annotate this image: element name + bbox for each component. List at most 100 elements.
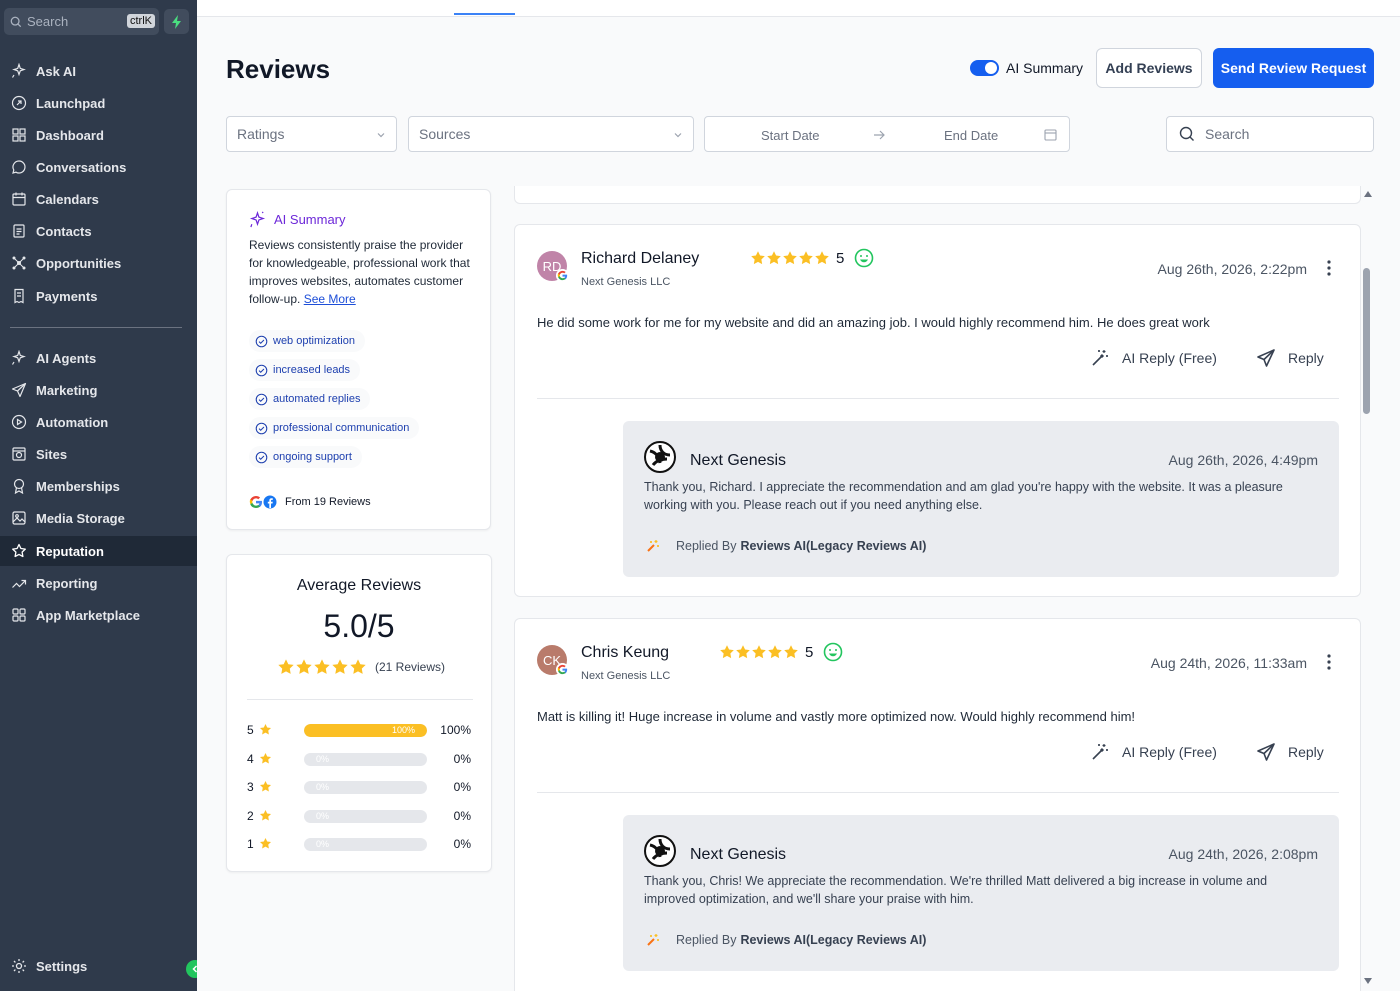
rating-percent: 100% — [440, 723, 471, 737]
check-circle-icon — [255, 393, 268, 406]
business-response: Next Genesis Aug 26th, 2026, 4:49pm Thank … — [623, 421, 1339, 577]
rating-distribution-row: 4 0% 0% — [247, 751, 473, 767]
reply-label: Reply — [1288, 350, 1324, 366]
end-date-input[interactable]: End Date — [944, 128, 998, 143]
sidebar-item-reporting[interactable]: Reporting — [0, 568, 197, 598]
ai-summary-from: From 19 Reviews — [285, 496, 371, 508]
average-divider — [247, 699, 473, 700]
ai-wand-icon — [647, 934, 659, 946]
sidebar-item-label: Conversations — [36, 159, 127, 175]
sidebar-item-opportunities[interactable]: Opportunities — [0, 248, 197, 278]
sidebar-item-app-marketplace[interactable]: App Marketplace — [0, 600, 197, 630]
check-circle-icon — [255, 335, 268, 348]
more-options-icon[interactable] — [1326, 259, 1332, 277]
sidebar-item-dashboard[interactable]: Dashboard — [0, 120, 197, 150]
replied-by-prefix: Replied By — [676, 539, 737, 553]
sidebar-item-label: Opportunities — [36, 255, 122, 271]
star-icon — [783, 644, 799, 660]
scroll-down-arrow[interactable] — [1364, 978, 1372, 984]
response-business-name: Next Genesis — [690, 846, 787, 863]
sidebar-item-automation[interactable]: Automation — [0, 407, 197, 437]
send-icon — [11, 382, 27, 398]
rating-distribution-row: 1 0% 0% — [247, 836, 473, 852]
globe-icon — [12, 447, 26, 461]
ai-summary-title: AI Summary — [274, 212, 346, 227]
average-stars: (21 Reviews) — [277, 658, 445, 676]
quick-action-button[interactable] — [164, 9, 189, 34]
summary-tag-label: web optimization — [273, 335, 355, 347]
network-icon — [12, 256, 26, 270]
sidebar-search-input[interactable]: Search ctrlK — [4, 8, 159, 35]
sources-filter-select[interactable]: Sources — [408, 116, 694, 152]
sidebar-item-ai-agents[interactable]: AI Agents — [0, 343, 197, 373]
sidebar-item-label: Reputation — [36, 543, 104, 559]
sidebar-item-settings[interactable]: Settings — [0, 951, 197, 981]
sidebar-divider — [10, 327, 182, 328]
star-icon — [259, 809, 272, 822]
gauge-icon — [11, 414, 27, 430]
search-icon — [1179, 126, 1194, 141]
sidebar-item-payments[interactable]: Payments — [0, 281, 197, 311]
arrow-right-icon — [874, 130, 885, 140]
scroll-up-arrow[interactable] — [1364, 191, 1372, 197]
sidebar-item-launchpad[interactable]: Launchpad — [0, 88, 197, 118]
rating-percent: 0% — [453, 752, 471, 766]
chat-bubble-icon — [12, 160, 26, 174]
page-title: Reviews — [226, 54, 331, 84]
star-icon — [259, 752, 272, 765]
sidebar-item-label: Media Storage — [36, 510, 125, 526]
sidebar-item-media-storage[interactable]: Media Storage — [0, 503, 197, 533]
ai-reply-button[interactable]: AI Reply (Free) — [1090, 742, 1217, 762]
sidebar-item-ask-ai[interactable]: Ask AI — [0, 56, 197, 86]
review-card: CK Chris Keung Next Genesis LLC 5 Aug 24th, … — [514, 618, 1361, 991]
star-icon — [766, 250, 782, 266]
start-date-input[interactable]: Start Date — [761, 128, 820, 143]
ai-summary-toggle[interactable] — [970, 60, 999, 76]
ratings-filter-select[interactable]: Ratings — [226, 116, 397, 152]
scrollbar-thumb[interactable] — [1363, 268, 1370, 414]
review-divider — [537, 398, 1339, 399]
sidebar-item-sites[interactable]: Sites — [0, 439, 197, 469]
star-icon — [313, 658, 331, 676]
add-reviews-button[interactable]: Add Reviews — [1096, 48, 1202, 88]
date-range-picker[interactable]: Start Date End Date — [704, 116, 1070, 152]
ai-wand-icon — [647, 540, 659, 552]
star-icon — [259, 723, 272, 736]
sidebar-item-reputation[interactable]: Reputation — [0, 536, 197, 566]
reply-button[interactable]: Reply — [1256, 348, 1324, 368]
rating-percent: 0% — [453, 837, 471, 851]
rating-distribution-row: 3 0% 0% — [247, 779, 473, 795]
grid-icon — [12, 128, 26, 142]
sidebar-item-memberships[interactable]: Memberships — [0, 471, 197, 501]
image-icon — [12, 511, 26, 525]
sparkles-icon — [11, 350, 26, 365]
sidebar-item-conversations[interactable]: Conversations — [0, 152, 197, 182]
magic-wand-icon — [1090, 742, 1110, 762]
ai-reply-button[interactable]: AI Reply (Free) — [1090, 348, 1217, 368]
send-review-request-button[interactable]: Send Review Request — [1213, 48, 1374, 88]
review-count: (21 Reviews) — [375, 660, 446, 674]
sidebar-item-label: Settings — [36, 958, 88, 974]
toggle-knob — [985, 62, 997, 74]
google-icon — [249, 496, 262, 508]
replied-by-prefix: Replied By — [676, 933, 737, 947]
sidebar-item-marketing[interactable]: Marketing — [0, 375, 197, 405]
reply-button[interactable]: Reply — [1256, 742, 1324, 762]
sidebar-item-label: App Marketplace — [36, 607, 141, 623]
ratings-filter-placeholder: Ratings — [237, 126, 285, 142]
reviews-search-input[interactable]: Search — [1166, 116, 1374, 152]
review-text: Matt is killing it! Huge increase in vol… — [537, 709, 1136, 724]
see-more-link[interactable]: See More — [304, 292, 356, 306]
more-options-icon[interactable] — [1326, 653, 1332, 671]
magic-wand-icon — [1090, 348, 1110, 368]
rating-star-count: 5 — [247, 723, 254, 737]
source-logos — [249, 495, 277, 509]
sidebar-item-label: Ask AI — [36, 63, 76, 79]
sidebar-item-calendars[interactable]: Calendars — [0, 184, 197, 214]
apps-icon — [12, 608, 26, 622]
calendar-icon — [1044, 129, 1057, 141]
facebook-icon — [263, 495, 277, 509]
sidebar-item-contacts[interactable]: Contacts — [0, 216, 197, 246]
star-icon — [331, 658, 349, 676]
rating-value: 5 — [805, 643, 814, 661]
